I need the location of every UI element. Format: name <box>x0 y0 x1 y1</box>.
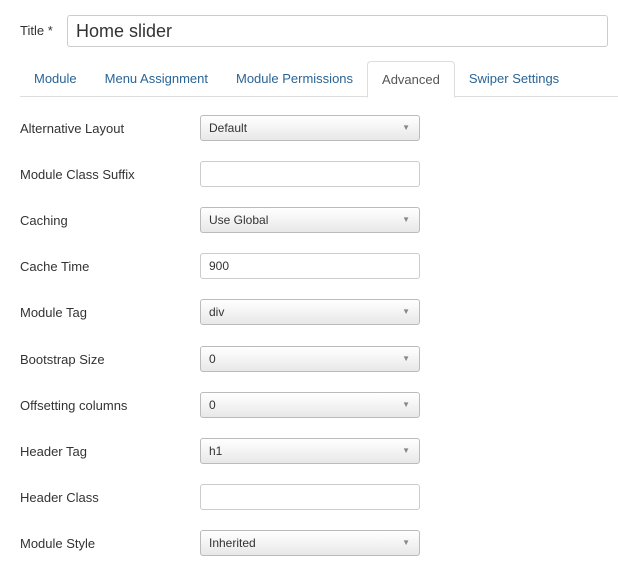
bootstrap-size-value: 0 <box>209 351 216 366</box>
module-class-suffix-label: Module Class Suffix <box>20 167 135 183</box>
cache-time-input[interactable]: 900 <box>200 253 420 280</box>
offsetting-columns-value: 0 <box>209 397 216 412</box>
field-row-header-class: Header Class <box>20 483 420 510</box>
tab-module-permissions[interactable]: Module Permissions <box>222 61 367 96</box>
module-style-select[interactable]: Inherited ▼ <box>200 529 420 556</box>
field-row-alternative-layout: Alternative Layout Default ▼ <box>20 115 420 141</box>
tab-bar: Module Menu Assignment Module Permission… <box>20 61 618 98</box>
bootstrap-size-select[interactable]: 0 ▼ <box>200 345 420 372</box>
module-tag-value: div <box>209 305 225 320</box>
chevron-down-icon: ▼ <box>402 307 410 317</box>
bootstrap-size-label: Bootstrap Size <box>20 351 105 367</box>
title-label: Title * <box>20 23 53 38</box>
cache-time-value: 900 <box>209 259 230 274</box>
offsetting-columns-label: Offsetting columns <box>20 397 128 413</box>
alternative-layout-value: Default <box>209 121 248 135</box>
chevron-down-icon: ▼ <box>402 399 410 409</box>
tab-swiper-settings[interactable]: Swiper Settings <box>455 61 573 96</box>
header-tag-value: h1 <box>209 443 223 458</box>
cache-time-label: Cache Time <box>20 259 90 275</box>
field-row-header-tag: Header Tag h1 ▼ <box>20 437 420 464</box>
header-tag-label: Header Tag <box>20 443 87 459</box>
title-input[interactable]: Home slider <box>67 15 608 47</box>
tab-advanced[interactable]: Advanced <box>367 61 455 98</box>
chevron-down-icon: ▼ <box>402 537 410 547</box>
offsetting-columns-select[interactable]: 0 ▼ <box>200 391 420 418</box>
field-row-bootstrap-size: Bootstrap Size 0 ▼ <box>20 345 420 372</box>
alternative-layout-label: Alternative Layout <box>20 121 125 136</box>
field-row-module-class-suffix: Module Class Suffix <box>20 161 420 188</box>
module-class-suffix-input[interactable] <box>200 161 420 188</box>
caching-value: Use Global <box>209 213 269 228</box>
header-class-input[interactable] <box>200 483 420 510</box>
field-row-cache-time: Cache Time 900 <box>20 253 420 280</box>
caching-label: Caching <box>20 213 68 229</box>
caching-select[interactable]: Use Global ▼ <box>200 207 420 234</box>
tab-module[interactable]: Module <box>20 61 91 96</box>
header-tag-select[interactable]: h1 ▼ <box>200 437 420 464</box>
chevron-down-icon: ▼ <box>402 445 410 455</box>
alternative-layout-select[interactable]: Default ▼ <box>200 115 420 141</box>
module-tag-label: Module Tag <box>20 305 87 321</box>
module-style-value: Inherited <box>209 535 256 550</box>
chevron-down-icon: ▼ <box>402 215 410 225</box>
field-row-module-style: Module Style Inherited ▼ <box>20 529 420 556</box>
field-row-offsetting-columns: Offsetting columns 0 ▼ <box>20 391 420 418</box>
chevron-down-icon: ▼ <box>402 123 410 132</box>
field-row-caching: Caching Use Global ▼ <box>20 207 420 234</box>
tab-menu-assignment[interactable]: Menu Assignment <box>91 61 222 96</box>
header-class-label: Header Class <box>20 489 99 505</box>
module-style-label: Module Style <box>20 535 96 551</box>
chevron-down-icon: ▼ <box>402 353 410 363</box>
field-row-module-tag: Module Tag div ▼ <box>20 299 420 326</box>
module-tag-select[interactable]: div ▼ <box>200 299 420 326</box>
